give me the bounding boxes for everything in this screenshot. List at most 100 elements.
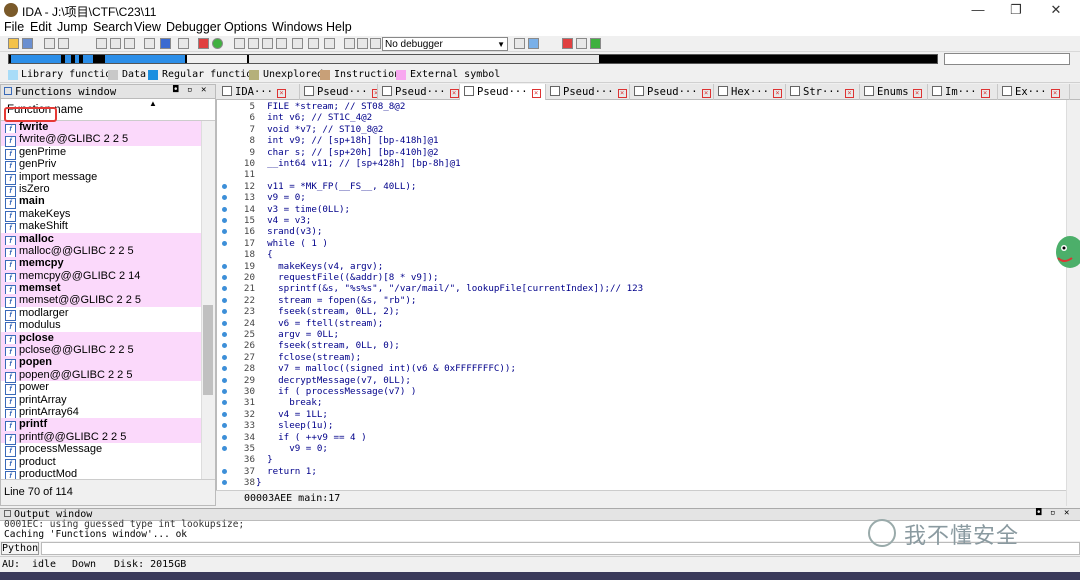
breakpoint-icon[interactable] — [562, 38, 573, 49]
code-line[interactable]: 11 — [217, 169, 1067, 180]
navigation-selector[interactable] — [944, 53, 1070, 65]
tab-4[interactable]: Pseud··· × — [546, 84, 630, 100]
tab-7[interactable]: Str··· × — [786, 84, 860, 100]
menu-view[interactable]: View — [134, 20, 161, 34]
function-item[interactable]: f popen@@GLIBC 2 2 5 — [1, 368, 201, 383]
step-icon[interactable] — [576, 38, 587, 49]
tab-close-icon[interactable]: × — [772, 89, 782, 98]
layout3-icon[interactable] — [124, 38, 135, 49]
menu-debugger[interactable]: Debugger — [166, 20, 221, 34]
function-item[interactable]: f modulus — [1, 319, 201, 334]
float-icon[interactable]: ◘ — [1036, 508, 1041, 518]
code-line[interactable]: 34 if ( ++v9 == 4 ) — [217, 432, 1067, 443]
attach-icon[interactable] — [514, 38, 525, 49]
close-icon[interactable]: ✕ — [201, 85, 206, 95]
function-item[interactable]: f makeShift — [1, 220, 201, 235]
back-icon[interactable] — [44, 38, 55, 49]
string-icon[interactable] — [262, 38, 273, 49]
code-line[interactable]: 37 return 1; — [217, 466, 1067, 477]
run-icon[interactable] — [212, 38, 223, 49]
function-item[interactable]: f printf@@GLIBC 2 2 5 — [1, 430, 201, 445]
tab-10[interactable]: Ex··· × — [998, 84, 1070, 100]
tab-close-icon[interactable]: × — [980, 89, 990, 98]
function-item[interactable]: f genPriv — [1, 158, 201, 173]
tab-2[interactable]: Pseud··· × — [378, 84, 460, 100]
debugger-select[interactable]: No debugger ▼ — [382, 37, 508, 51]
function-item[interactable]: f productMod — [1, 468, 201, 479]
tab-close-icon[interactable]: × — [701, 89, 711, 98]
tab-9[interactable]: Im··· × — [928, 84, 998, 100]
tab-close-icon[interactable]: × — [912, 89, 922, 98]
function-item[interactable]: f power — [1, 381, 201, 396]
code-line[interactable]: 24 v6 = ftell(stream); — [217, 318, 1067, 329]
stop-debug-icon[interactable] — [370, 38, 381, 49]
breakpoint-dot-icon[interactable] — [222, 434, 227, 440]
function-item[interactable]: f pclose — [1, 331, 201, 346]
breakpoint-dot-icon[interactable] — [222, 195, 227, 201]
function-item[interactable]: f printf — [1, 418, 201, 433]
code-line[interactable]: 13 v9 = 0; — [217, 192, 1067, 203]
code-line[interactable]: 29 decryptMessage(v7, 0LL); — [217, 375, 1067, 386]
function-item[interactable]: f fwrite@@GLIBC 2 2 5 — [1, 133, 201, 148]
function-item[interactable]: f product — [1, 456, 201, 470]
pause-icon[interactable] — [357, 38, 368, 49]
breakpoint-dot-icon[interactable] — [222, 309, 227, 315]
menu-edit[interactable]: Edit — [30, 20, 52, 34]
tab-close-icon[interactable]: × — [617, 89, 627, 98]
data-icon[interactable] — [248, 38, 259, 49]
function-item[interactable]: f makeKeys — [1, 208, 201, 222]
code-line[interactable]: 20 requestFile((&addr)[8 * v9]); — [217, 272, 1067, 283]
download-icon[interactable] — [160, 38, 171, 49]
breakpoint-dot-icon[interactable] — [222, 343, 227, 349]
pseudocode-view[interactable]: 5 FILE *stream; // ST08_8@2 6 int v6; // … — [216, 100, 1066, 490]
menu-jump[interactable]: Jump — [57, 20, 88, 34]
tab-close-icon[interactable]: × — [1050, 89, 1060, 98]
navigation-band[interactable] — [8, 54, 938, 64]
code-line[interactable]: 17 while ( 1 ) — [217, 238, 1067, 249]
code-line[interactable]: 10 __int64 v11; // [sp+428h] [bp-8h]@1 — [217, 158, 1067, 169]
menu-help[interactable]: Help — [326, 20, 352, 34]
code-line[interactable]: 25 argv = 0LL; — [217, 329, 1067, 340]
breakpoint-dot-icon[interactable] — [222, 411, 227, 417]
save-icon[interactable] — [22, 38, 33, 49]
func-icon[interactable] — [324, 38, 335, 49]
code-line[interactable]: 35 v9 = 0; — [217, 443, 1067, 454]
function-item[interactable]: f import message — [1, 171, 201, 185]
forward-icon[interactable] — [58, 38, 69, 49]
code-line[interactable]: 28 v7 = malloc((signed int)(v6 & 0xFFFFF… — [217, 363, 1067, 374]
code-scrollbar[interactable] — [1066, 100, 1080, 506]
code-icon[interactable] — [234, 38, 245, 49]
code-line[interactable]: 22 stream = fopen(&s, "rb"); — [217, 295, 1067, 306]
function-item[interactable]: f printArray64 — [1, 406, 201, 420]
search-icon[interactable] — [144, 38, 155, 49]
breakpoint-dot-icon[interactable] — [222, 377, 227, 383]
tab-1[interactable]: Pseud··· × — [300, 84, 378, 100]
code-line[interactable]: 5 FILE *stream; // ST08_8@2 — [217, 101, 1067, 112]
refresh-icon[interactable] — [528, 38, 539, 49]
restore-icon[interactable]: ▫ — [187, 85, 192, 95]
breakpoint-dot-icon[interactable] — [222, 183, 227, 189]
tab-6[interactable]: Hex··· × — [714, 84, 786, 100]
function-item[interactable]: f processMessage — [1, 443, 201, 458]
breakpoint-dot-icon[interactable] — [222, 400, 227, 406]
code-line[interactable]: 18 { — [217, 249, 1067, 260]
play-icon[interactable] — [344, 38, 355, 49]
function-item[interactable]: f memset — [1, 282, 201, 297]
function-item[interactable]: f printArray — [1, 394, 201, 408]
code-line[interactable]: 19 makeKeys(v4, argv); — [217, 261, 1067, 272]
function-item[interactable]: f pclose@@GLIBC 2 2 5 — [1, 344, 201, 359]
code-line[interactable]: 7 void *v7; // ST10_8@2 — [217, 124, 1067, 135]
undefine-icon[interactable] — [308, 38, 319, 49]
scrollbar-thumb[interactable] — [203, 305, 213, 395]
tab-close-icon[interactable]: × — [449, 89, 459, 98]
breakpoint-dot-icon[interactable] — [222, 297, 227, 303]
breakpoint-dot-icon[interactable] — [222, 218, 227, 223]
code-line[interactable]: 15 v4 = v3; — [217, 215, 1067, 226]
breakpoint-dot-icon[interactable] — [222, 468, 227, 474]
breakpoint-dot-icon[interactable] — [222, 366, 227, 372]
tab-8[interactable]: Enums × — [860, 84, 928, 100]
breakpoint-dot-icon[interactable] — [222, 354, 227, 360]
breakpoint-dot-icon[interactable] — [222, 275, 227, 280]
function-item[interactable]: f genPrime — [1, 146, 201, 160]
maximize-button[interactable]: ❐ — [1008, 2, 1024, 18]
